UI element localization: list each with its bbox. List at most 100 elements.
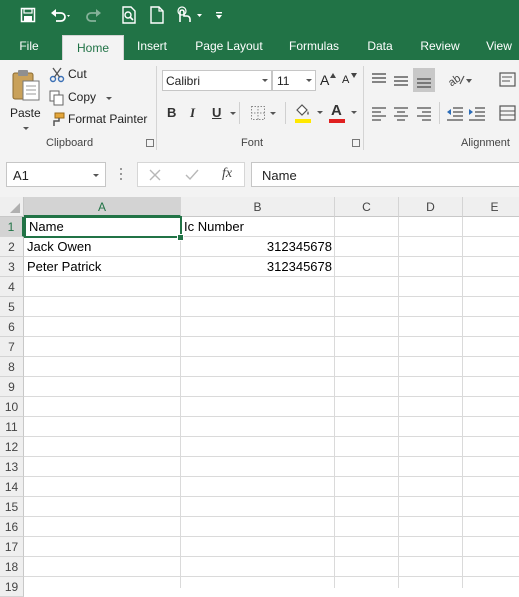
tab-page-layout[interactable]: Page Layout [188,32,270,60]
top-align-button[interactable] [370,70,388,90]
column-header-a[interactable]: A [24,197,181,217]
chevron-down-icon [270,112,276,115]
format-painter-icon [53,112,65,126]
undo-icon[interactable] [48,0,74,30]
row-header-9[interactable]: 9 [0,377,24,397]
confirm-entry-icon[interactable] [185,169,199,181]
borders-button[interactable] [250,104,276,124]
row-header-17[interactable]: 17 [0,537,24,557]
tab-file[interactable]: File [10,32,48,60]
cut-button[interactable]: Cut [49,66,109,84]
wrap-text-button[interactable] [498,70,519,90]
italic-button[interactable]: I [190,105,195,121]
font-size-dropdown[interactable]: 11 [272,70,316,91]
row-header-3[interactable]: 3 [0,257,24,277]
column-header-d[interactable]: D [399,197,463,217]
chevron-down-icon [351,111,357,114]
cell-a2[interactable]: Jack Owen [24,237,181,257]
row-header-14[interactable]: 14 [0,477,24,497]
font-color-button[interactable]: A [328,102,358,124]
row-header-6[interactable]: 6 [0,317,24,337]
tab-data[interactable]: Data [360,32,400,60]
copy-button[interactable]: Copy [49,89,117,107]
row-header-15[interactable]: 15 [0,497,24,517]
row-header-19[interactable]: 19 [0,577,24,597]
cell-b3[interactable]: 312345678 [181,257,335,277]
fill-color-button[interactable] [294,102,324,124]
middle-align-button[interactable] [392,70,410,90]
underline-button[interactable]: U [212,105,221,120]
merge-center-button[interactable] [498,104,519,122]
row-header-11[interactable]: 11 [0,417,24,437]
tab-home[interactable]: Home [62,35,124,61]
font-color-letter: A [331,102,342,119]
row-header-4[interactable]: 4 [0,277,24,297]
new-document-icon[interactable] [146,0,168,30]
row-header-13[interactable]: 13 [0,457,24,477]
bottom-align-button[interactable] [413,68,435,92]
column-header-c[interactable]: C [335,197,399,217]
text-orientation-icon: ab [446,72,472,89]
insert-function-icon[interactable]: fx [222,166,232,182]
tab-view[interactable]: View [480,32,518,60]
row-header-12[interactable]: 12 [0,437,24,457]
row-header-8[interactable]: 8 [0,357,24,377]
align-left-icon [372,107,386,121]
increase-indent-button[interactable] [467,104,487,122]
cancel-entry-icon[interactable] [149,169,161,181]
save-icon[interactable] [16,0,40,30]
font-name-value: Calibri [166,74,201,88]
align-right-button[interactable] [415,104,433,122]
cell-a1[interactable]: Name [24,216,182,238]
align-center-button[interactable] [392,104,410,122]
select-all-corner[interactable] [0,197,24,217]
cell-b2[interactable]: 312345678 [181,237,335,257]
paste-label: Paste [10,106,41,120]
row-header-16[interactable]: 16 [0,517,24,537]
name-box-value: A1 [13,168,29,183]
paint-bucket-icon [296,104,309,116]
formula-input[interactable]: Name [251,162,519,187]
row-header-10[interactable]: 10 [0,397,24,417]
font-name-dropdown[interactable]: Calibri [162,70,272,91]
row-header-1[interactable]: 1 [0,217,24,237]
redo-icon[interactable] [82,0,108,30]
row-header-7[interactable]: 7 [0,337,24,357]
font-group-label: Font [241,137,264,149]
row-header-18[interactable]: 18 [0,557,24,577]
divider [285,102,286,124]
decrease-indent-button[interactable] [445,104,465,122]
tab-review[interactable]: Review [412,32,468,60]
cell-a3[interactable]: Peter Patrick [24,257,181,277]
clipboard-dialog-launcher[interactable] [146,139,154,147]
align-left-button[interactable] [370,104,388,122]
bottom-align-icon [417,78,431,88]
merge-cells-icon [499,105,516,121]
alignment-group-label: Alignment [461,137,510,149]
column-header-e[interactable]: E [463,197,519,217]
decrease-font-size-button[interactable]: A [342,72,358,90]
column-header-b[interactable]: B [181,197,335,217]
name-box[interactable]: A1 [6,162,106,187]
align-right-icon [417,107,431,121]
customize-toolbar-icon[interactable] [210,0,228,30]
tab-formulas[interactable]: Formulas [282,32,346,60]
row-header-2[interactable]: 2 [0,237,24,257]
print-preview-icon[interactable] [118,0,140,30]
font-size-value: 11 [277,74,290,88]
increase-font-size-button[interactable]: A [320,72,336,90]
font-dialog-launcher[interactable] [352,139,360,147]
formula-bar-splitter[interactable] [119,166,123,182]
align-center-icon [394,107,408,121]
orientation-button[interactable]: ab [446,70,474,90]
format-painter-button[interactable]: Format Painter [49,111,151,129]
bold-button[interactable]: B [167,105,176,120]
paste-button[interactable]: Paste [6,66,46,136]
paste-icon [12,70,40,101]
underline-dropdown-caret[interactable] [230,112,236,115]
row-header-5[interactable]: 5 [0,297,24,317]
tab-insert[interactable]: Insert [128,32,176,60]
touch-mode-icon[interactable] [172,0,206,30]
cell-b1[interactable]: Ic Number [181,217,335,237]
borders-icon [251,106,265,120]
